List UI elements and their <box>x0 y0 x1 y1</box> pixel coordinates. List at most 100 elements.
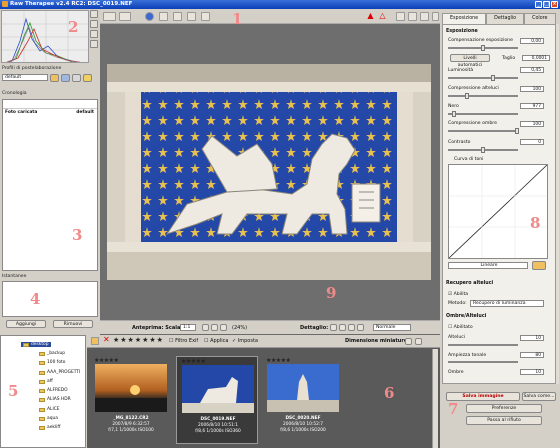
thumbnail-card[interactable]: ★★★★★ _MG_8122.CR2 2007/8/9 6:32:57 f/7,… <box>90 356 172 444</box>
open-profile-icon[interactable] <box>50 74 59 82</box>
folder-item[interactable]: ALFREDO <box>39 388 68 393</box>
exif-filter-checkbox[interactable]: ☐ Filtro Exif <box>169 338 198 344</box>
zoom-out-icon[interactable] <box>211 324 218 331</box>
tab-color[interactable]: Colore <box>524 13 556 24</box>
details-fit-icon[interactable] <box>348 324 355 331</box>
folder-item[interactable]: ALICE <box>39 407 60 412</box>
folder-item[interactable]: AAA_PROGETTI <box>39 370 80 375</box>
sh-enable-checkbox[interactable]: ☐ Abilitato <box>448 325 473 330</box>
highlight-compression-value[interactable]: 100 <box>520 86 544 92</box>
profile-select[interactable]: default <box>2 74 48 81</box>
highlight-compression-slider[interactable] <box>448 95 518 97</box>
add-snapshot-button[interactable]: Aggiungi <box>6 320 46 328</box>
remove-snapshot-button[interactable]: Rimuovi <box>53 320 93 328</box>
shadows-highlights-header[interactable]: Ombre/Alteluci <box>446 314 486 319</box>
exposure-header[interactable]: Esposizione <box>446 29 478 34</box>
apply-checkbox[interactable]: ☐ Applica <box>204 338 228 344</box>
highlights-value[interactable]: 10 <box>520 335 544 341</box>
history-toggle-icon[interactable] <box>103 12 116 21</box>
shadow-compression-thumb[interactable] <box>515 128 519 134</box>
rating-stars[interactable]: ★★★★★ <box>94 357 119 364</box>
histogram-red-toggle[interactable] <box>90 10 98 18</box>
crop-icon[interactable] <box>187 12 196 21</box>
thumb-zoom-in-icon[interactable] <box>405 338 412 345</box>
history-item[interactable]: Foto caricata default <box>3 109 97 117</box>
recovery-header[interactable]: Recupero alteluci <box>446 281 493 286</box>
set-button[interactable]: ✓ Imposta <box>232 338 258 344</box>
rating-stars[interactable]: ★★★★★ <box>266 357 291 364</box>
thumb-zoom-out-icon[interactable] <box>415 338 422 345</box>
warning-highlights-icon[interactable]: △ <box>378 12 387 21</box>
tool-scrollbar[interactable] <box>555 24 559 384</box>
trash-icon[interactable]: ✕ <box>103 335 110 344</box>
folder-item[interactable]: aff <box>39 379 53 384</box>
zoom-fit-icon[interactable] <box>220 324 227 331</box>
zoom-select[interactable]: 1:1 <box>180 324 196 331</box>
tone-curve-editor[interactable] <box>448 164 548 259</box>
shadow-compression-value[interactable]: 100 <box>520 121 544 127</box>
compensation-thumb[interactable] <box>481 45 485 51</box>
warning-shadows-icon[interactable]: ▲ <box>366 12 375 21</box>
recovery-enable-checkbox[interactable]: ☑ Abilita <box>448 292 468 297</box>
thumbnail-card-selected[interactable]: ★★★★★ DSC_0019.NEF 2006/8/10 10:51:1 f/8… <box>176 356 258 444</box>
folder-item[interactable]: aekliff <box>39 425 60 430</box>
zoom-in-icon[interactable] <box>202 324 209 331</box>
white-balance-icon[interactable] <box>173 12 182 21</box>
histogram-lum-toggle[interactable] <box>90 40 98 48</box>
compensation-value[interactable]: 0,00 <box>520 38 544 44</box>
maximize-button[interactable]: □ <box>543 1 550 8</box>
folder-item[interactable]: 100 foto <box>39 360 65 365</box>
tab-exposure[interactable]: Esposizione <box>442 13 487 24</box>
method-select[interactable]: Recupero di luminanza <box>470 300 544 307</box>
tab-detail[interactable]: Dettaglio <box>486 13 525 24</box>
brightness-thumb[interactable] <box>491 75 495 81</box>
brightness-slider[interactable] <box>448 77 518 79</box>
folder-icon[interactable] <box>91 337 99 345</box>
details-select[interactable]: Normale <box>373 324 411 331</box>
green-channel-icon[interactable] <box>408 12 417 21</box>
open-curve-icon[interactable] <box>532 261 546 270</box>
red-channel-icon[interactable] <box>396 12 405 21</box>
hand-icon[interactable] <box>159 12 168 21</box>
clip-value[interactable]: 0,0001 <box>522 55 550 61</box>
highlights-slider[interactable] <box>448 344 518 346</box>
brightness-value[interactable]: 0,45 <box>520 67 544 73</box>
paste-profile-icon[interactable] <box>83 74 92 82</box>
folder-item[interactable]: ALIAS HDR <box>39 397 71 402</box>
queue-button[interactable]: Passa al rifiuto <box>466 416 542 425</box>
tonal-width-value[interactable]: 80 <box>520 352 544 358</box>
minimize-button[interactable]: _ <box>535 1 542 8</box>
thumbnail-scrollbar[interactable] <box>432 349 438 448</box>
highlight-compression-thumb[interactable] <box>465 93 469 99</box>
contrast-value[interactable]: 0 <box>520 139 544 145</box>
histogram-green-toggle[interactable] <box>90 20 98 28</box>
shadows-value[interactable]: 10 <box>520 369 544 375</box>
auto-levels-button[interactable]: Livelli automatici <box>450 54 490 68</box>
details-zoom-in-icon[interactable] <box>330 324 337 331</box>
info-icon[interactable] <box>145 12 154 21</box>
contrast-thumb[interactable] <box>481 147 485 153</box>
black-value[interactable]: 977 <box>520 103 544 109</box>
before-after-icon[interactable] <box>119 12 131 21</box>
folder-item[interactable]: _backup <box>39 351 65 356</box>
black-thumb[interactable] <box>452 111 456 117</box>
tonal-width-slider[interactable] <box>448 361 518 363</box>
black-slider[interactable] <box>448 113 518 115</box>
histogram-blue-toggle[interactable] <box>90 30 98 38</box>
shadow-compression-slider[interactable] <box>448 130 518 132</box>
details-zoom-out-icon[interactable] <box>339 324 346 331</box>
preferences-button[interactable]: Preferenze <box>466 404 542 413</box>
straighten-icon[interactable] <box>201 12 210 21</box>
luminance-icon[interactable] <box>432 12 439 21</box>
rating-stars[interactable]: ★★★★★ <box>181 358 206 365</box>
close-button[interactable]: × <box>551 1 558 8</box>
details-window-icon[interactable] <box>357 324 364 331</box>
thumbnail-card[interactable]: ★★★★★ DSC_0020.NEF 2006/8/10 10:52:7 f/8… <box>262 356 344 444</box>
folder-item[interactable]: aqua <box>39 416 58 421</box>
save-profile-icon[interactable] <box>61 74 70 82</box>
save-as-button[interactable]: Salva come... <box>522 392 556 401</box>
curve-type-select[interactable]: Lineare <box>448 262 528 269</box>
folder-item-root[interactable]: desktop <box>21 342 51 347</box>
tone-curve-label[interactable]: Curva di toni <box>454 157 483 162</box>
copy-profile-icon[interactable] <box>72 74 81 82</box>
